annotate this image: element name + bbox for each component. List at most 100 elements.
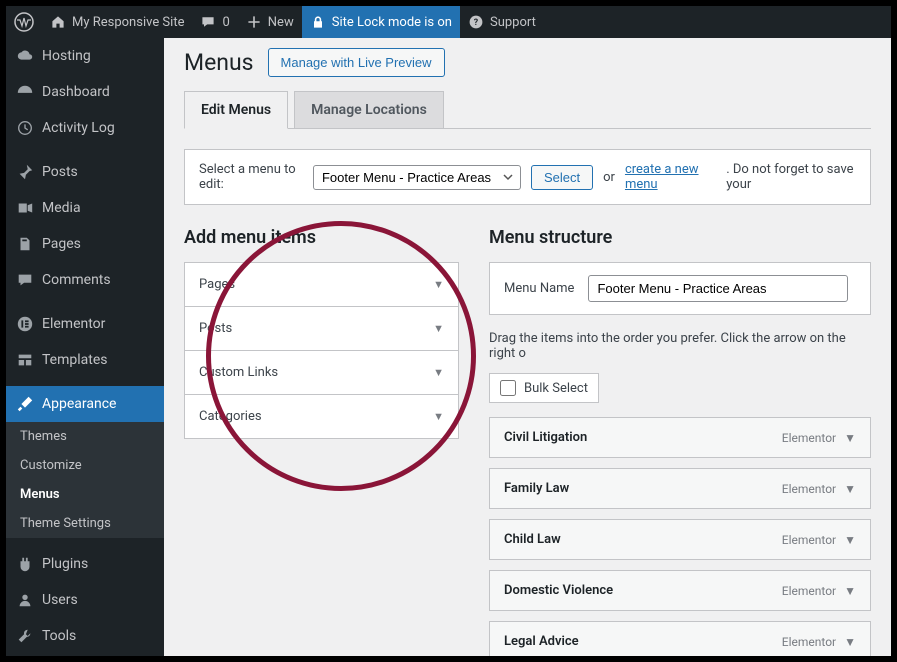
sidebar-item-appearance[interactable]: Appearance <box>6 386 164 422</box>
sidebar-item-plugins[interactable]: Plugins <box>6 546 164 582</box>
menu-item[interactable]: Civil Litigation Elementor ▼ <box>489 417 871 458</box>
live-preview-button[interactable]: Manage with Live Preview <box>268 48 445 77</box>
sidebar-item-label: Pages <box>42 236 81 252</box>
menu-item-type: Elementor <box>782 533 836 547</box>
sidebar-item-label: Comments <box>42 272 111 288</box>
sidebar-item-label: Plugins <box>42 556 88 572</box>
or-text: or <box>603 170 615 185</box>
sidebar-item-comments[interactable]: Comments <box>6 262 164 298</box>
plug-icon <box>16 555 34 573</box>
wordpress-icon <box>14 12 34 32</box>
sidebar-sub-theme-settings[interactable]: Theme Settings <box>6 509 164 538</box>
chevron-down-icon[interactable]: ▼ <box>844 431 856 445</box>
select-menu-label: Select a menu to edit: <box>199 162 303 192</box>
accordion-label: Pages <box>199 277 235 292</box>
sidebar-item-activity-log[interactable]: Activity Log <box>6 110 164 146</box>
user-icon <box>16 591 34 609</box>
sidebar-sub-label: Theme Settings <box>20 516 111 531</box>
chevron-down-icon[interactable]: ▼ <box>844 533 856 547</box>
sidebar-item-label: Elementor <box>42 316 105 332</box>
content-area: Menus Manage with Live Preview Edit Menu… <box>164 38 891 656</box>
sidebar-item-posts[interactable]: Posts <box>6 154 164 190</box>
create-new-menu-link[interactable]: create a new menu <box>625 162 716 192</box>
admin-bar: My Responsive Site 0 New Site Lock mode … <box>6 6 891 38</box>
sidebar-item-label: Users <box>42 592 78 608</box>
sidebar-item-templates[interactable]: Templates <box>6 342 164 378</box>
sidebar-item-media[interactable]: Media <box>6 190 164 226</box>
sidebar-sub-menus[interactable]: Menus <box>6 480 164 509</box>
tab-edit-menus[interactable]: Edit Menus <box>184 91 288 129</box>
sidebar-item-pages[interactable]: Pages <box>6 226 164 262</box>
bulk-select-label: Bulk Select <box>524 381 588 396</box>
sidebar-item-label: Media <box>42 200 81 216</box>
comment-icon <box>200 14 216 30</box>
sidebar-sub-themes[interactable]: Themes <box>6 422 164 451</box>
select-button[interactable]: Select <box>531 165 593 190</box>
support-link[interactable]: ? Support <box>460 6 544 38</box>
chevron-down-icon: ▼ <box>433 366 444 379</box>
chevron-down-icon: ▼ <box>433 278 444 291</box>
bulk-select-checkbox[interactable] <box>500 380 516 396</box>
sidebar-item-label: Posts <box>42 164 78 180</box>
sidebar-item-label: Dashboard <box>42 84 110 100</box>
accordion-label: Posts <box>199 321 232 336</box>
accordion-posts[interactable]: Posts ▼ <box>185 307 458 351</box>
menu-items-list: Civil LitigationElementor▼ Family LawEle… <box>489 417 871 656</box>
menu-name-input[interactable] <box>588 275 848 302</box>
comment-icon <box>16 271 34 289</box>
sidebar-item-label: Tools <box>42 628 76 644</box>
tab-manage-locations[interactable]: Manage Locations <box>294 91 444 128</box>
menu-item[interactable]: Domestic Violence Elementor ▼ <box>489 570 871 611</box>
menu-item-type: Elementor <box>782 635 836 649</box>
wp-logo[interactable] <box>6 6 42 38</box>
menu-item[interactable]: Family LawElementor▼ <box>489 468 871 509</box>
chevron-down-icon: ▼ <box>433 410 444 423</box>
site-lock-notice[interactable]: Site Lock mode is on <box>302 6 460 38</box>
sidebar-sub-label: Themes <box>20 429 67 444</box>
chevron-down-icon[interactable]: ▼ <box>844 482 856 496</box>
sidebar-sub-label: Customize <box>20 458 82 473</box>
menu-structure-title: Menu structure <box>489 227 871 248</box>
menu-item-title: Civil Litigation <box>504 430 587 445</box>
save-hint-text: . Do not forget to save your <box>726 162 856 192</box>
menu-item[interactable]: Legal AdviceElementor▼ <box>489 621 871 656</box>
chevron-down-icon[interactable]: ▼ <box>844 584 856 598</box>
menu-select[interactable]: Footer Menu - Practice Areas <box>313 165 521 190</box>
menu-item-type: Elementor <box>782 431 836 445</box>
svg-text:?: ? <box>474 18 479 28</box>
accordion-label: Categories <box>199 409 262 424</box>
menu-item[interactable]: Child LawElementor▼ <box>489 519 871 560</box>
sidebar-sub-customize[interactable]: Customize <box>6 451 164 480</box>
sidebar-item-elementor[interactable]: Elementor <box>6 306 164 342</box>
menu-select-row: Select a menu to edit: Footer Menu - Pra… <box>184 149 871 205</box>
sidebar-item-hosting[interactable]: Hosting <box>6 38 164 74</box>
menu-name-row: Menu Name <box>489 262 871 315</box>
sidebar-item-label: Hosting <box>42 48 91 64</box>
sidebar-sub-label: Menus <box>20 487 60 502</box>
add-items-title: Add menu items <box>184 227 459 248</box>
admin-sidebar: Hosting Dashboard Activity Log Posts Med… <box>6 38 164 656</box>
sidebar-item-users[interactable]: Users <box>6 582 164 618</box>
sidebar-item-label: Appearance <box>42 396 116 412</box>
site-name-link[interactable]: My Responsive Site <box>42 6 192 38</box>
sidebar-item-label: Templates <box>42 352 108 368</box>
sidebar-item-tools[interactable]: Tools <box>6 618 164 654</box>
menu-item-type: Elementor <box>782 584 836 598</box>
accordion-pages[interactable]: Pages ▼ <box>185 263 458 307</box>
sidebar-item-dashboard[interactable]: Dashboard <box>6 74 164 110</box>
chevron-down-icon: ▼ <box>433 322 444 335</box>
comments-link[interactable]: 0 <box>192 6 237 38</box>
bulk-select-wrap[interactable]: Bulk Select <box>489 373 599 403</box>
brush-icon <box>16 395 34 413</box>
menu-item-title: Domestic Violence <box>504 583 613 598</box>
pin-icon <box>16 163 34 181</box>
templates-icon <box>16 351 34 369</box>
elementor-icon <box>16 315 34 333</box>
site-lock-label: Site Lock mode is on <box>332 15 452 30</box>
accordion-categories[interactable]: Categories ▼ <box>185 395 458 438</box>
new-link[interactable]: New <box>238 6 302 38</box>
chevron-down-icon[interactable]: ▼ <box>844 635 856 649</box>
menu-item-title: Family Law <box>504 481 569 496</box>
accordion-custom-links[interactable]: Custom Links▼ <box>185 351 458 395</box>
tool-icon <box>16 627 34 645</box>
